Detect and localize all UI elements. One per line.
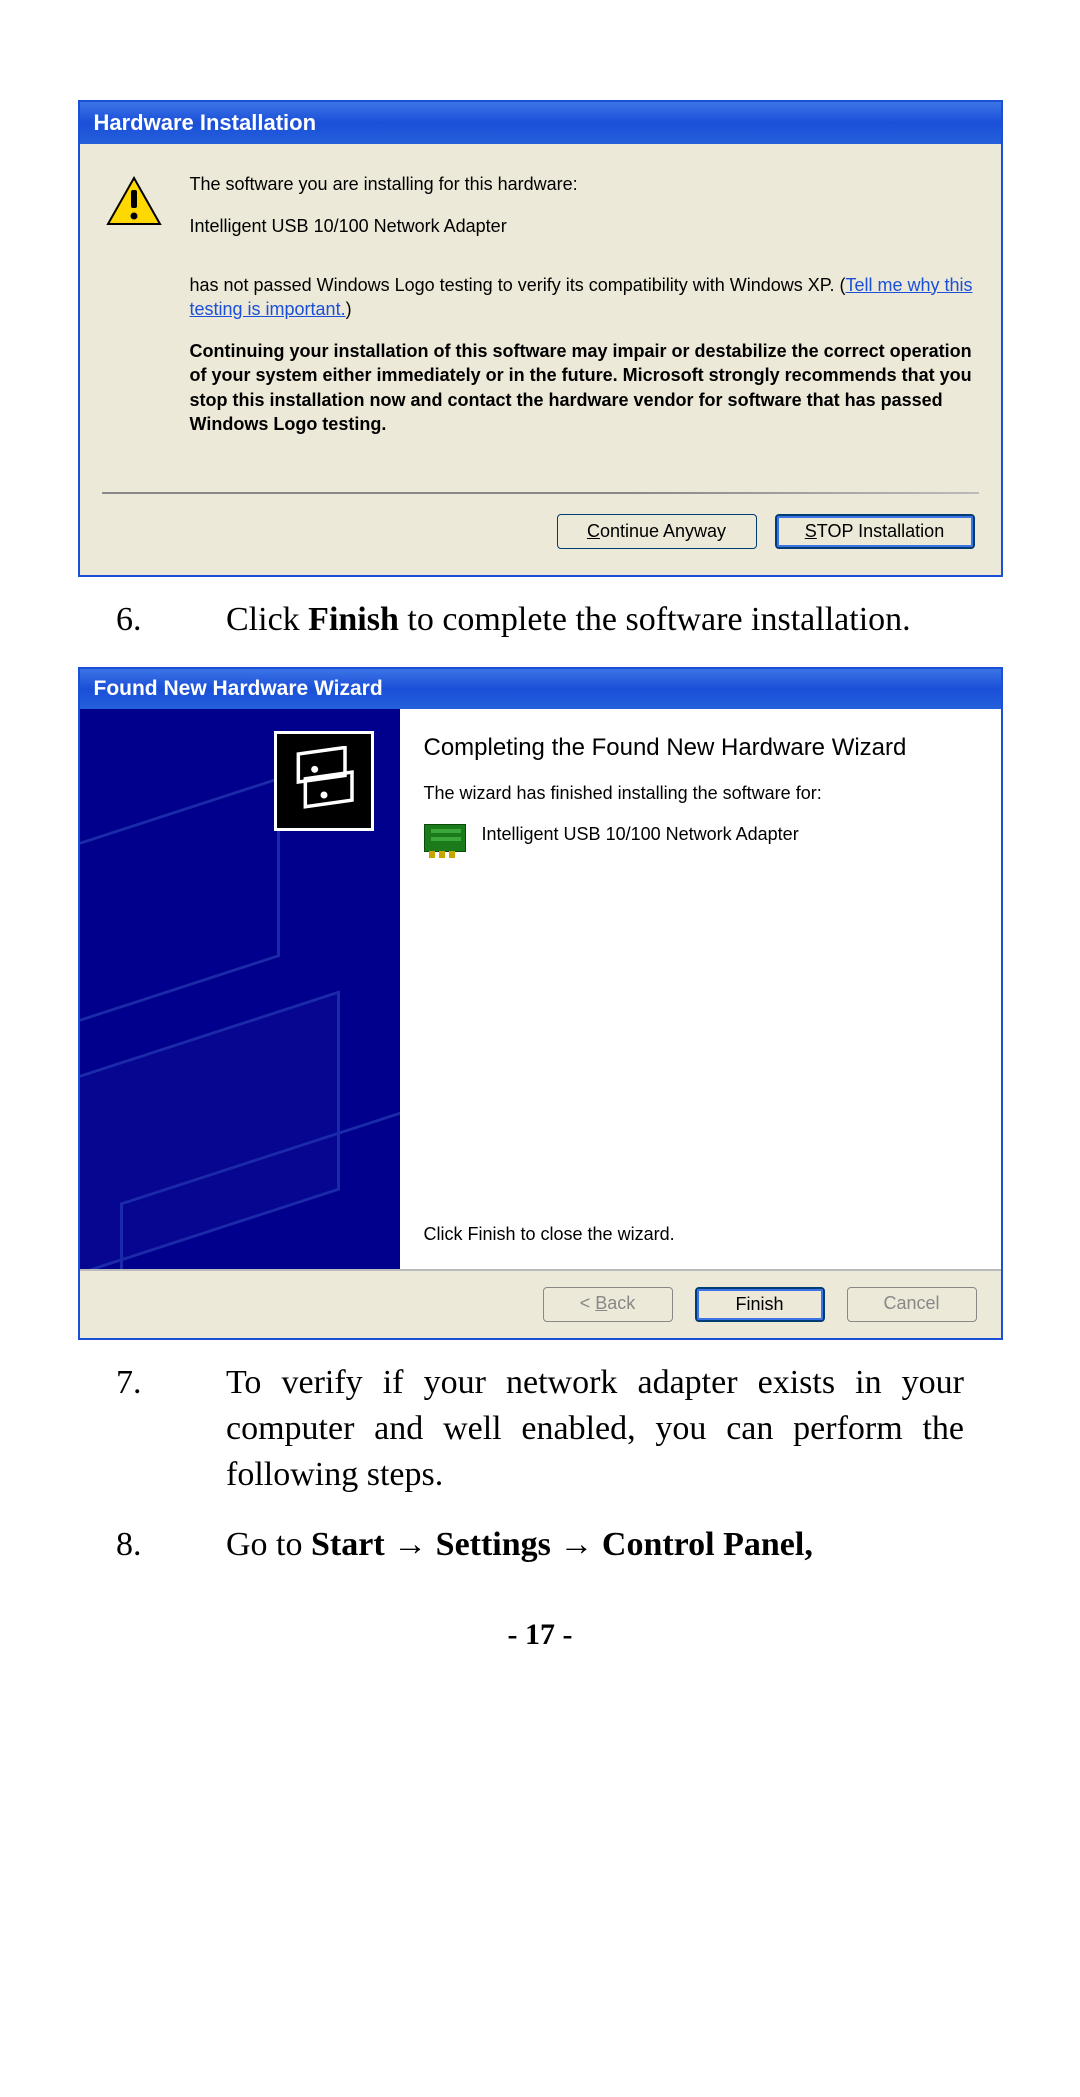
install-intro-text: The software you are installing for this… <box>190 172 973 196</box>
found-new-hardware-wizard-dialog: Found New Hardware Wizard Completing the… <box>78 667 1003 1340</box>
wizard-heading: Completing the Found New Hardware Wizard <box>424 733 977 763</box>
step-text: Go to Start → Settings → Control Panel, <box>226 1522 964 1568</box>
step-text: To verify if your network adapter exists… <box>226 1360 964 1498</box>
dialog-title: Found New Hardware Wizard <box>80 669 1001 709</box>
network-adapter-icon <box>424 824 466 852</box>
device-name: Intelligent USB 10/100 Network Adapter <box>190 214 973 238</box>
step-number: 6. <box>116 597 226 643</box>
hardware-icon <box>274 731 374 831</box>
wizard-subtext: The wizard has finished installing the s… <box>424 783 977 804</box>
step-text: Click Finish to complete the software in… <box>226 597 964 643</box>
warning-text: Continuing your installation of this sof… <box>190 339 973 436</box>
warning-icon <box>106 176 162 226</box>
device-name: Intelligent USB 10/100 Network Adapter <box>482 824 799 845</box>
compat-text: has not passed Windows Logo testing to v… <box>190 273 973 322</box>
close-hint-text: Click Finish to close the wizard. <box>424 1224 977 1245</box>
instruction-step-8: 8. Go to Start → Settings → Control Pane… <box>116 1522 964 1568</box>
instruction-step-6: 6. Click Finish to complete the software… <box>116 597 964 643</box>
hardware-installation-dialog: Hardware Installation The software you a… <box>78 100 1003 577</box>
page-number: - 17 - <box>60 1618 1020 1652</box>
continue-anyway-button[interactable]: Continue Anyway <box>557 514 757 549</box>
step-number: 8. <box>116 1522 226 1568</box>
cancel-button: Cancel <box>847 1287 977 1322</box>
finish-button[interactable]: Finish <box>695 1287 825 1322</box>
stop-installation-button[interactable]: STOP Installation <box>775 514 975 549</box>
back-button: < Back <box>543 1287 673 1322</box>
step-number: 7. <box>116 1360 226 1498</box>
instruction-step-7: 7. To verify if your network adapter exi… <box>116 1360 964 1498</box>
dialog-title: Hardware Installation <box>80 102 1001 144</box>
wizard-sidebar-graphic <box>80 709 400 1269</box>
